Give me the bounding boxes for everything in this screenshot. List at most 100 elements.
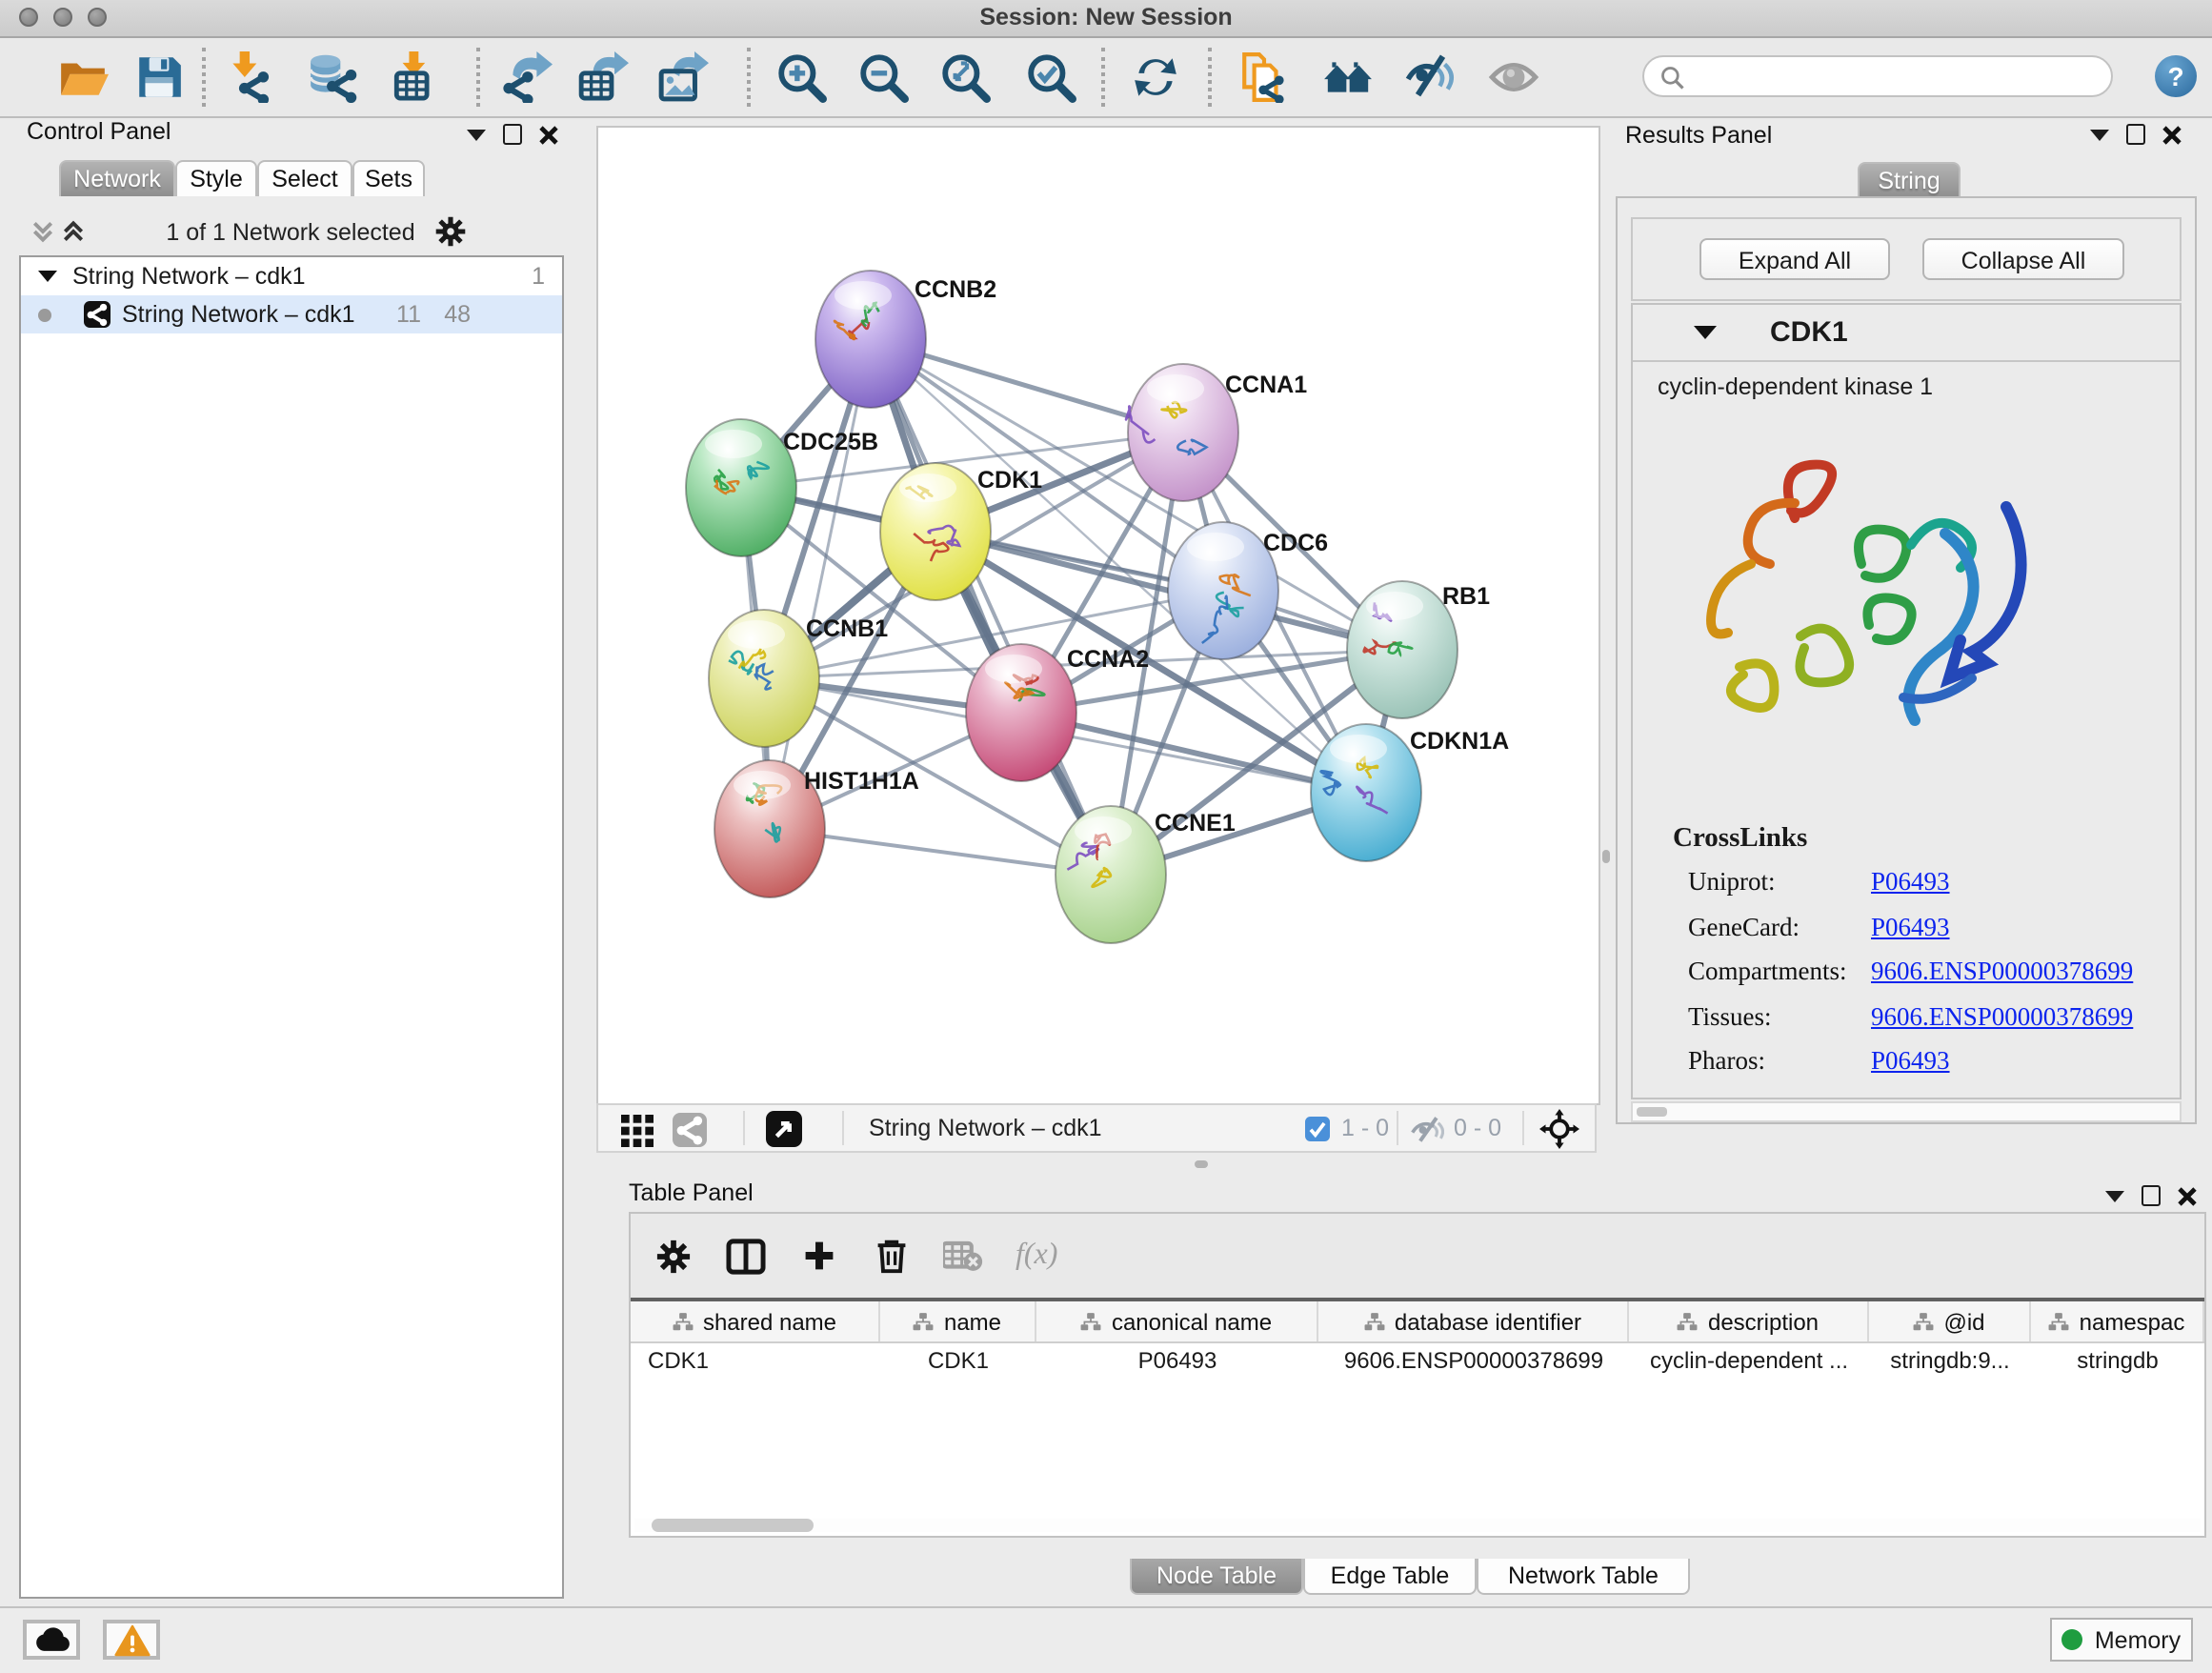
open-file-icon[interactable] [53, 49, 111, 106]
column-header-description[interactable]: description [1629, 1301, 1869, 1341]
application-window: Session: New Session ? Control Panel Net… [0, 0, 2212, 1671]
tab-node-table[interactable]: Node Table [1130, 1559, 1303, 1595]
documents-share-icon[interactable] [1235, 49, 1292, 106]
refresh-layout-icon[interactable] [1126, 49, 1183, 106]
column-header-namespac[interactable]: namespac [2031, 1301, 2204, 1341]
title-bar[interactable]: Session: New Session [0, 0, 2212, 38]
tab-network[interactable]: Network [59, 160, 175, 196]
table-panel-title: Table Panel [629, 1179, 754, 1206]
import-table-icon[interactable] [385, 49, 442, 106]
zoom-in-icon[interactable] [772, 49, 829, 106]
search-box[interactable] [1642, 55, 2113, 97]
maximize-window-icon[interactable] [88, 8, 107, 27]
column-header-canonical-name[interactable]: canonical name [1036, 1301, 1318, 1341]
zoom-out-icon[interactable] [854, 49, 911, 106]
search-input[interactable] [1694, 59, 2101, 97]
table-cell[interactable]: CDK1 [880, 1343, 1036, 1380]
network-collection-row[interactable]: String Network – cdk1 1 [21, 257, 562, 295]
column-header-name[interactable]: name [880, 1301, 1036, 1341]
column-header-shared-name[interactable]: shared name [631, 1301, 880, 1341]
panel-close-icon[interactable] [2178, 1186, 2197, 1205]
panel-menu-icon[interactable] [467, 129, 486, 140]
add-column-icon[interactable] [798, 1236, 838, 1276]
crosslink-link[interactable]: P06493 [1871, 867, 1950, 897]
tab-style[interactable]: Style [175, 160, 257, 196]
show-graphics-icon[interactable] [1484, 49, 1541, 106]
show-columns-icon[interactable] [726, 1236, 766, 1276]
table-cell[interactable]: stringdb [2031, 1343, 2204, 1380]
crosslink-link[interactable]: 9606.ENSP00000378699 [1871, 1001, 2133, 1032]
panel-menu-icon[interactable] [2105, 1190, 2124, 1201]
network-view-canvas[interactable]: CCNB2CCNA1CDC25BCDK1CDC6RB1CCNB1CCNA2CDK… [596, 126, 1600, 1105]
memory-button[interactable]: Memory [2050, 1618, 2193, 1662]
crosslink-link[interactable]: P06493 [1871, 1046, 1950, 1077]
grid-view-icon[interactable] [621, 1114, 654, 1146]
edge-CCNB2-HIST1H1A[interactable] [770, 339, 871, 829]
tab-sets[interactable]: Sets [352, 160, 425, 196]
table-settings-gear-icon[interactable] [654, 1236, 694, 1276]
table-row[interactable]: CDK1CDK1P064939606.ENSP00000378699cyclin… [631, 1343, 2204, 1380]
entry-collapse-icon[interactable] [1694, 326, 1717, 339]
fit-content-icon[interactable] [1539, 1109, 1579, 1149]
crosslink-link[interactable]: 9606.ENSP00000378699 [1871, 957, 2133, 987]
export-image-icon[interactable] [654, 49, 711, 106]
tree-expand-icon[interactable] [38, 271, 57, 282]
tab-select[interactable]: Select [257, 160, 352, 196]
export-network-icon[interactable] [497, 49, 554, 106]
table-cell[interactable]: CDK1 [631, 1343, 880, 1380]
birds-eye-view-icon[interactable] [766, 1111, 802, 1147]
network-list-view-icon[interactable] [673, 1113, 707, 1147]
selected-checkbox-icon[interactable] [1305, 1117, 1330, 1141]
main-toolbar: ? [0, 38, 2212, 118]
import-database-icon[interactable] [303, 49, 360, 106]
expand-all-icon[interactable] [61, 219, 86, 244]
vertical-splitter-handle[interactable] [1602, 850, 1610, 863]
column-header--id[interactable]: @id [1869, 1301, 2031, 1341]
column-header-database-identifier[interactable]: database identifier [1318, 1301, 1629, 1341]
help-button[interactable]: ? [2155, 55, 2197, 97]
table-cell[interactable]: P06493 [1036, 1343, 1318, 1380]
collapse-all-button[interactable]: Collapse All [1922, 238, 2124, 280]
network-row-selected[interactable]: String Network – cdk1 11 48 [21, 295, 562, 333]
gear-icon[interactable] [434, 215, 467, 248]
panel-float-icon[interactable] [2126, 124, 2145, 145]
function-builder-icon-disabled: f(x) [1016, 1239, 1057, 1273]
warnings-button[interactable] [103, 1620, 160, 1660]
delete-column-trash-icon[interactable] [871, 1236, 911, 1276]
save-session-icon[interactable] [130, 49, 187, 106]
crosslink-label: Tissues: [1688, 1001, 1772, 1032]
entry-header[interactable]: CDK1 [1633, 305, 2180, 362]
results-hscrollbar[interactable] [1631, 1101, 2182, 1122]
minimize-window-icon[interactable] [53, 8, 72, 27]
hide-graphics-icon[interactable] [1400, 49, 1458, 106]
node-highlight [1187, 533, 1244, 561]
zoom-selected-icon[interactable] [1021, 49, 1078, 106]
network-graph[interactable]: CCNB2CCNA1CDC25BCDK1CDC6RB1CCNB1CCNA2CDK… [598, 128, 1599, 1103]
panel-float-icon[interactable] [503, 124, 522, 145]
crosslink-row: Uniprot:P06493 [1633, 863, 2180, 908]
horizontal-splitter-handle[interactable] [1195, 1160, 1208, 1168]
close-window-icon[interactable] [19, 8, 38, 27]
collapse-all-icon[interactable] [30, 219, 55, 244]
panel-menu-icon[interactable] [2090, 129, 2109, 140]
houses-icon[interactable] [1318, 49, 1376, 106]
network-label: String Network – cdk1 [122, 295, 355, 333]
export-table-icon[interactable] [573, 49, 631, 106]
node-table-box: f(x) shared namenamecanonical name databa… [629, 1212, 2206, 1538]
tab-network-table[interactable]: Network Table [1477, 1559, 1690, 1595]
panel-close-icon[interactable] [539, 125, 558, 144]
table-cell[interactable]: 9606.ENSP00000378699 [1318, 1343, 1629, 1380]
table-cell[interactable]: cyclin-dependent ... [1629, 1343, 1869, 1380]
zoom-fit-icon[interactable] [935, 49, 993, 106]
import-network-icon[interactable] [219, 49, 276, 106]
expand-all-button[interactable]: Expand All [1699, 238, 1890, 280]
tab-edge-table[interactable]: Edge Table [1303, 1559, 1477, 1595]
crosslink-link[interactable]: P06493 [1871, 912, 1950, 942]
tab-string[interactable]: String [1858, 162, 1961, 198]
table-cell[interactable]: stringdb:9... [1869, 1343, 2031, 1380]
column-label: database identifier [1395, 1308, 1581, 1335]
cloud-button[interactable] [23, 1620, 80, 1660]
panel-close-icon[interactable] [2162, 125, 2182, 144]
panel-float-icon[interactable] [2142, 1185, 2161, 1206]
table-hscrollbar[interactable] [634, 1519, 2201, 1532]
